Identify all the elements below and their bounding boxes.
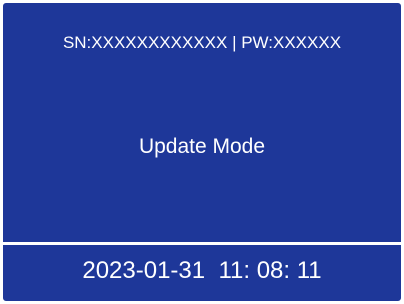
datetime-display: 2023-01-31 11: 08: 11: [82, 257, 322, 284]
serial-password-text: SN:XXXXXXXXXXXX | PW:XXXXXX: [62, 33, 342, 52]
divider-line: [3, 242, 401, 245]
mode-status-text: Update Mode: [138, 135, 266, 158]
device-screen: SN:XXXXXXXXXXXX | PW:XXXXXX Update Mode …: [0, 0, 404, 304]
